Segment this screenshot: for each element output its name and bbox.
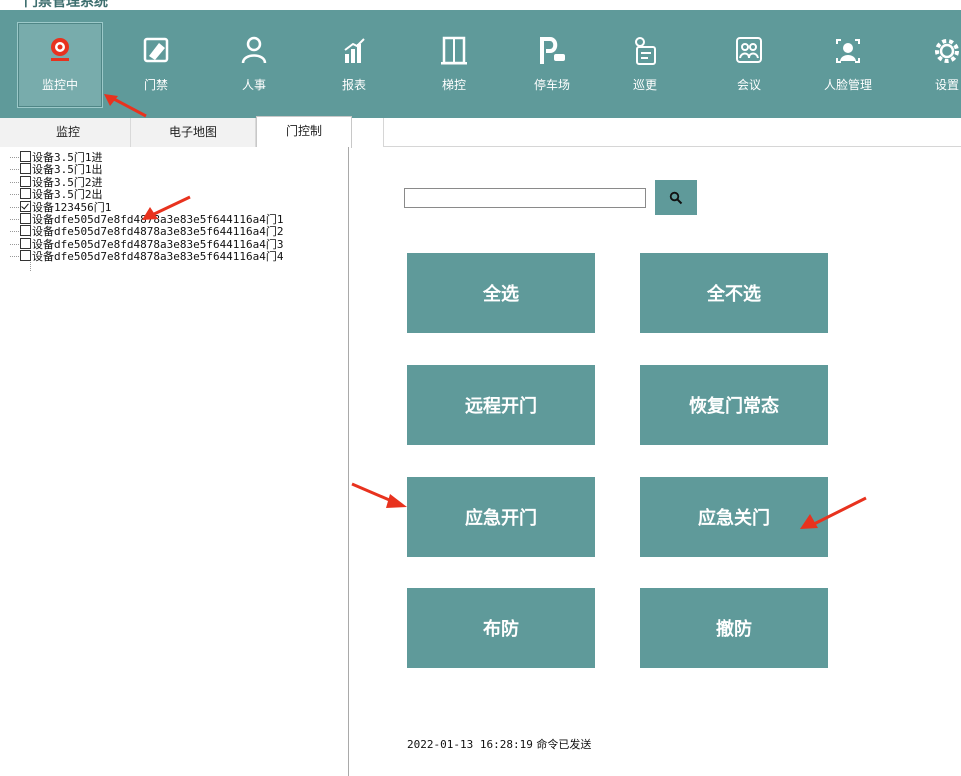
tree-item-label: 设备dfe505d7e8fd4878a3e83e5f644116a4门2 <box>32 225 284 239</box>
tree-checkbox[interactable] <box>20 250 31 262</box>
tree-item[interactable]: 设备3.5门2进 <box>10 175 284 189</box>
toolbar-patrol-button[interactable]: 巡更 <box>603 24 687 108</box>
toolbar-label: 人脸管理 <box>823 78 872 92</box>
meeting-icon <box>707 34 791 68</box>
tree-item[interactable]: 设备dfe505d7e8fd4878a3e83e5f644116a4门2 <box>10 225 284 239</box>
emergency-open-door-button[interactable]: 应急开门 <box>407 477 595 557</box>
device-tree: 设备3.5门1进 设备3.5门1出 设备3.5门2进 设备3.5门2出 设备12… <box>10 151 284 271</box>
tree-checkbox[interactable] <box>20 212 31 224</box>
tree-item[interactable]: 设备dfe505d7e8fd4878a3e83e5f644116a4门4 <box>10 250 284 264</box>
status-timestamp: 2022-01-13 16:28:19 <box>407 738 533 751</box>
search-button[interactable] <box>655 180 697 215</box>
left-tabbar: 监控 电子地图 门控制 <box>0 116 352 148</box>
emergency-close-door-button[interactable]: 应急关门 <box>640 477 828 557</box>
tree-item[interactable]: 设备123456门1 <box>10 200 284 214</box>
camera-icon <box>18 33 102 67</box>
toolbar-personnel-button[interactable]: 人事 <box>212 24 296 108</box>
tree-item-label: 设备dfe505d7e8fd4878a3e83e5f644116a4门3 <box>32 237 284 251</box>
door-card-icon <box>114 34 198 68</box>
toolbar-label: 人事 <box>241 78 266 92</box>
elevator-icon <box>412 34 496 68</box>
tree-item-label: 设备3.5门2进 <box>32 175 103 189</box>
tab-emap[interactable]: 电子地图 <box>131 118 256 147</box>
tree-item-label: 设备dfe505d7e8fd4878a3e83e5f644116a4门1 <box>32 212 284 226</box>
device-tree-panel: 设备3.5门1进 设备3.5门1出 设备3.5门2进 设备3.5门2出 设备12… <box>0 147 349 776</box>
toolbar-label: 会议 <box>736 78 761 92</box>
tree-item-label: 设备3.5门2出 <box>32 188 103 202</box>
select-all-button[interactable]: 全选 <box>407 253 595 333</box>
toolbar-label: 门禁 <box>143 78 168 92</box>
gear-icon <box>905 34 961 68</box>
tree-checkbox[interactable] <box>20 225 31 237</box>
toolbar-monitor-button[interactable]: 监控中 <box>17 22 103 108</box>
content-top-border <box>383 118 961 147</box>
arm-button[interactable]: 布防 <box>407 588 595 668</box>
search-icon <box>669 191 683 205</box>
status-message: 命令已发送 <box>536 738 592 751</box>
remote-open-door-button[interactable]: 远程开门 <box>407 365 595 445</box>
tree-item-label: 设备123456门1 <box>32 200 112 214</box>
toolbar-label: 巡更 <box>632 78 657 92</box>
status-line: 2022-01-13 16:28:19 命令已发送 <box>407 736 591 752</box>
tab-door-control[interactable]: 门控制 <box>256 116 352 148</box>
toolbar-meeting-button[interactable]: 会议 <box>707 24 791 108</box>
toolbar-elevator-button[interactable]: 梯控 <box>412 24 496 108</box>
toolbar-label: 梯控 <box>441 78 466 92</box>
toolbar-access-button[interactable]: 门禁 <box>114 24 198 108</box>
tree-item[interactable]: 设备3.5门1进 <box>10 151 284 164</box>
toolbar-label: 监控中 <box>41 78 78 92</box>
tree-item[interactable]: 设备dfe505d7e8fd4878a3e83e5f644116a4门1 <box>10 212 284 226</box>
tree-item[interactable]: 设备3.5门1出 <box>10 163 284 177</box>
report-chart-icon <box>312 34 396 68</box>
tree-checkbox[interactable] <box>20 151 31 162</box>
tree-item-label: 设备3.5门1出 <box>32 163 103 177</box>
tree-checkbox-checked[interactable] <box>20 200 31 212</box>
toolbar-label: 设置 <box>934 78 959 92</box>
toolbar-settings-button[interactable]: 设置 <box>905 24 961 108</box>
main-toolbar: 监控中 门禁 人事 报表 梯控 停车场 巡更 会议 人脸管理 设置 <box>0 10 961 118</box>
tree-checkbox[interactable] <box>20 237 31 249</box>
face-icon <box>806 34 890 68</box>
parking-icon <box>510 34 594 68</box>
patrol-icon <box>603 34 687 68</box>
toolbar-face-button[interactable]: 人脸管理 <box>806 24 890 108</box>
tab-monitor[interactable]: 监控 <box>6 118 131 147</box>
toolbar-label: 报表 <box>341 78 366 92</box>
tree-checkbox[interactable] <box>20 163 31 175</box>
tree-item-label: 设备dfe505d7e8fd4878a3e83e5f644116a4门4 <box>32 250 284 264</box>
tree-item[interactable]: 设备dfe505d7e8fd4878a3e83e5f644116a4门3 <box>10 237 284 251</box>
annotation-arrow-icon <box>351 482 407 508</box>
person-icon <box>212 34 296 68</box>
window-title-strip: 门禁管理系统 <box>0 0 961 10</box>
select-none-button[interactable]: 全不选 <box>640 253 828 333</box>
tree-checkbox[interactable] <box>20 175 31 187</box>
disarm-button[interactable]: 撤防 <box>640 588 828 668</box>
toolbar-parking-button[interactable]: 停车场 <box>510 24 594 108</box>
toolbar-label: 停车场 <box>533 78 570 92</box>
tree-checkbox[interactable] <box>20 188 31 200</box>
tree-item[interactable]: 设备3.5门2出 <box>10 188 284 202</box>
toolbar-report-button[interactable]: 报表 <box>312 24 396 108</box>
restore-door-normal-button[interactable]: 恢复门常态 <box>640 365 828 445</box>
search-input[interactable] <box>404 188 646 208</box>
